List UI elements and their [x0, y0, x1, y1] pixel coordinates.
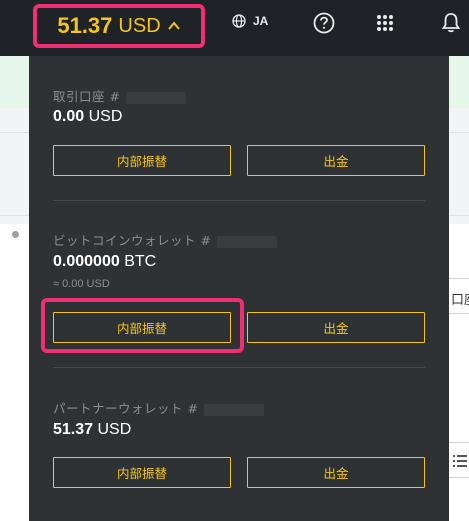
account-id-redacted — [217, 235, 278, 248]
section-divider — [53, 367, 425, 368]
account-balance-amount: 0.00 — [53, 108, 85, 125]
withdraw-button[interactable]: 出金 — [247, 457, 425, 488]
balance-amount: 51.37 — [57, 13, 113, 38]
bell-icon[interactable] — [441, 12, 461, 34]
account-usd-equivalent: ≈ 0.00 USD — [53, 278, 110, 290]
annotation-highlight — [41, 298, 244, 353]
account-label-text: ビットコインウォレット # — [53, 233, 212, 248]
background-account-box-label: 口座関 — [451, 292, 469, 307]
withdraw-button[interactable]: 出金 — [247, 145, 425, 176]
background-dot — [12, 231, 19, 238]
account-label-text: パートナーウォレット # — [53, 401, 199, 416]
list-icon — [453, 455, 467, 467]
account-balance: 0.000000 BTC — [53, 253, 156, 271]
globe-icon — [232, 14, 246, 28]
internal-transfer-button[interactable]: 内部振替 — [53, 457, 231, 488]
account-balance: 0.00 USD — [53, 108, 122, 126]
account-balance-currency: USD — [97, 421, 132, 438]
top-bar: 51.37 USD JA — [0, 0, 469, 56]
balance-toggle-button[interactable]: 51.37 USD — [33, 4, 205, 48]
wallet-dropdown: 取引口座 # 0.00 USD 内部振替 出金 ビットコインウォレット # 0.… — [29, 56, 449, 521]
account-balance-amount: 51.37 — [53, 421, 94, 438]
account-id-redacted — [126, 91, 187, 104]
account-label: ビットコインウォレット # — [53, 230, 278, 249]
apps-grid-icon[interactable] — [376, 14, 394, 32]
account-balance-amount: 0.000000 — [53, 253, 120, 270]
chevron-up-icon — [167, 21, 180, 30]
internal-transfer-button[interactable]: 内部振替 — [53, 145, 231, 176]
account-balance-currency: BTC — [124, 253, 157, 270]
withdraw-button[interactable]: 出金 — [247, 312, 425, 343]
account-balance: 51.37 USD — [53, 421, 131, 439]
language-code: JA — [253, 14, 269, 28]
help-icon[interactable] — [313, 12, 335, 34]
account-label-text: 取引口座 # — [53, 89, 121, 104]
account-balance-currency: USD — [88, 108, 123, 125]
section-divider — [53, 200, 425, 201]
balance-currency: USD — [118, 14, 161, 37]
language-selector[interactable]: JA — [232, 14, 268, 28]
account-label: パートナーウォレット # — [53, 398, 265, 417]
account-label: 取引口座 # — [53, 86, 187, 105]
account-id-redacted — [204, 403, 265, 416]
